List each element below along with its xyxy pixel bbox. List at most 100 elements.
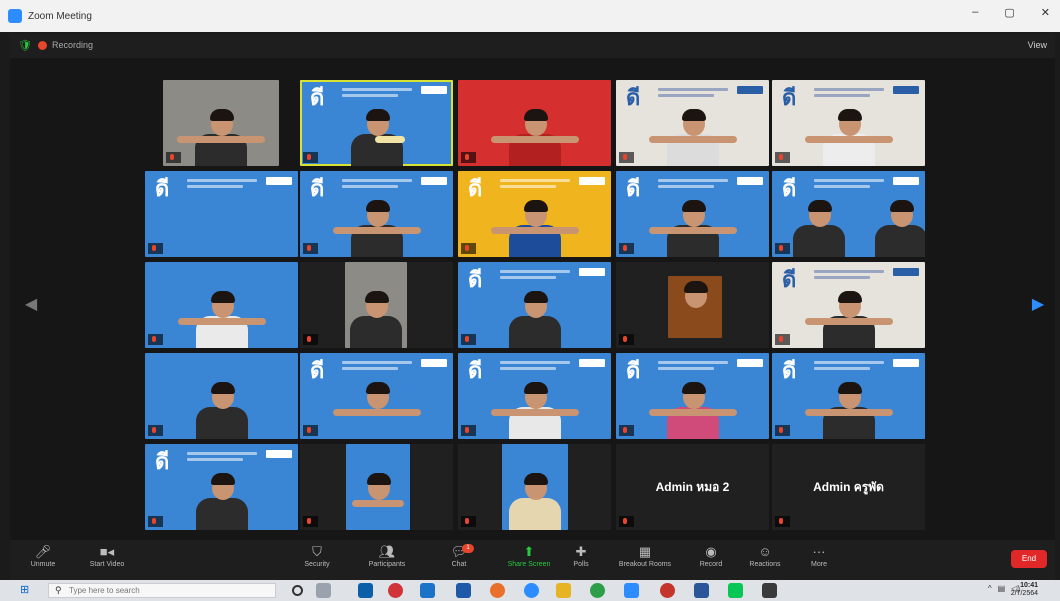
- participant-video-tile[interactable]: ดี: [616, 171, 769, 257]
- chrome-icon[interactable]: [590, 583, 605, 598]
- participant-video-feed: [345, 262, 407, 348]
- participant-video-tile[interactable]: ดี: [300, 171, 453, 257]
- start-video-button[interactable]: ■◂ Start Video: [78, 544, 136, 576]
- participant-video-tile[interactable]: [145, 262, 298, 348]
- participant-video-tile[interactable]: ดี: [772, 262, 925, 348]
- participant-video-tile[interactable]: [300, 262, 453, 348]
- muted-mic-icon: [779, 427, 783, 434]
- microphone-icon: 🎤︎: [34, 544, 52, 559]
- participant-video-tile[interactable]: [458, 444, 611, 530]
- participant-video-tile[interactable]: [300, 444, 453, 530]
- participant-video-tile[interactable]: [163, 80, 279, 166]
- taskbar-clock[interactable]: 10:41 2/7/2564: [1011, 582, 1038, 598]
- participant-person: [332, 197, 421, 257]
- muted-mic-icon: [152, 427, 156, 434]
- chrome-profile-icon[interactable]: [660, 583, 675, 598]
- windows-start-icon[interactable]: ⊞: [20, 584, 32, 596]
- muted-mic-icon: [465, 336, 469, 343]
- polls-button[interactable]: ✚ Polls: [552, 544, 610, 576]
- participant-video-tile[interactable]: ดี: [772, 171, 925, 257]
- record-button[interactable]: ◉ Record: [682, 544, 740, 576]
- share-screen-button[interactable]: ⬆ Share Screen: [500, 544, 558, 576]
- participants-icon: 👥︎: [378, 544, 396, 559]
- unmute-button[interactable]: 🎤︎ Unmute: [14, 544, 72, 576]
- tray-overflow-icon[interactable]: ^: [988, 584, 992, 593]
- chat-icon: 💬︎: [450, 544, 468, 559]
- view-button[interactable]: View: [1028, 40, 1047, 50]
- pinned-app-icon[interactable]: [762, 583, 777, 598]
- chat-button[interactable]: 💬︎ 1 Chat: [430, 544, 488, 576]
- record-label: Record: [699, 561, 723, 568]
- line-app-icon[interactable]: [728, 583, 743, 598]
- muted-mic-icon: [779, 154, 783, 161]
- participant-video-tile[interactable]: ดี: [616, 80, 769, 166]
- task-view-icon[interactable]: [316, 583, 331, 598]
- participant-video-tile[interactable]: ดี: [300, 353, 453, 439]
- virtual-background-logo: ดี: [310, 177, 325, 202]
- participant-nameplate: [148, 334, 163, 345]
- mail-icon[interactable]: [456, 583, 471, 598]
- participant-video-tile[interactable]: ดี: [616, 353, 769, 439]
- minimize-icon[interactable]: –: [972, 6, 978, 19]
- file-explorer-icon[interactable]: [556, 583, 571, 598]
- more-icon: ···: [812, 544, 826, 559]
- dropbox-icon[interactable]: [420, 583, 435, 598]
- participants-button[interactable]: 👥︎ Participants: [358, 544, 416, 576]
- virtual-background-text: [658, 361, 728, 379]
- video-camera-icon: ■◂: [99, 544, 115, 559]
- opera-icon[interactable]: [388, 583, 403, 598]
- muted-mic-icon: [465, 518, 469, 525]
- participant-person: [503, 470, 567, 530]
- participant-person: [648, 197, 737, 257]
- participant-video-tile-active-speaker[interactable]: ดี: [300, 80, 453, 166]
- participant-person: [648, 106, 737, 166]
- participant-video-tile[interactable]: ดี: [458, 353, 611, 439]
- virtual-background-badge: [579, 268, 605, 276]
- more-button[interactable]: ··· More: [790, 544, 848, 576]
- participant-nameplate: [619, 425, 634, 436]
- virtual-background-text: [814, 88, 884, 106]
- participant-name: Admin หมอ 2: [655, 480, 730, 494]
- participant-person: [804, 288, 893, 348]
- participant-video-tile[interactable]: ดี: [145, 171, 298, 257]
- chat-label: Chat: [451, 561, 467, 568]
- taskbar-search-box[interactable]: ⚲ Type here to search: [48, 583, 276, 598]
- end-meeting-button[interactable]: End: [1011, 550, 1047, 568]
- participant-video-tile[interactable]: [458, 80, 611, 166]
- participant-video-tile[interactable]: [616, 262, 769, 348]
- participant-person: [675, 278, 715, 338]
- participant-video-tile-admin[interactable]: Admin ครูพัด: [772, 444, 925, 530]
- cortana-icon[interactable]: [292, 585, 303, 596]
- edge-icon[interactable]: [524, 583, 539, 598]
- participant-person: [490, 197, 579, 257]
- participant-nameplate: [461, 425, 476, 436]
- participant-video-tile[interactable]: [145, 353, 298, 439]
- participant-video-tile[interactable]: ดี: [458, 171, 611, 257]
- participant-person: [490, 106, 579, 166]
- word-icon[interactable]: [694, 583, 709, 598]
- participant-nameplate: [619, 516, 634, 527]
- firefox-icon[interactable]: [490, 583, 505, 598]
- network-icon[interactable]: ▤: [998, 584, 1006, 593]
- encryption-shield-icon[interactable]: 🛡: [18, 39, 32, 53]
- next-page-arrow-icon[interactable]: ▶: [1031, 296, 1045, 314]
- ms-store-icon[interactable]: [358, 583, 373, 598]
- participant-video-tile[interactable]: ดี: [772, 80, 925, 166]
- participant-nameplate: [303, 243, 318, 254]
- security-button[interactable]: ⛉ Security: [288, 544, 346, 576]
- close-icon[interactable]: ✕: [1041, 6, 1050, 19]
- participant-video-tile[interactable]: ดี: [458, 262, 611, 348]
- reactions-button[interactable]: ☺ Reactions: [736, 544, 794, 576]
- maximize-icon[interactable]: ▢: [1004, 6, 1014, 19]
- breakout-rooms-button[interactable]: ▦ Breakout Rooms: [616, 544, 674, 576]
- participant-person: [345, 106, 409, 166]
- participant-video-tile[interactable]: ดี: [772, 353, 925, 439]
- zoom-taskbar-icon[interactable]: [624, 583, 639, 598]
- recording-dot-icon: [38, 41, 47, 50]
- participant-video-tile[interactable]: ดี: [145, 444, 298, 530]
- virtual-background-text: [814, 179, 884, 197]
- participant-video-tile-admin[interactable]: Admin หมอ 2: [616, 444, 769, 530]
- participant-nameplate: [303, 152, 318, 163]
- share-screen-icon: ⬆: [523, 544, 535, 559]
- previous-page-arrow-icon[interactable]: ◀: [24, 296, 38, 314]
